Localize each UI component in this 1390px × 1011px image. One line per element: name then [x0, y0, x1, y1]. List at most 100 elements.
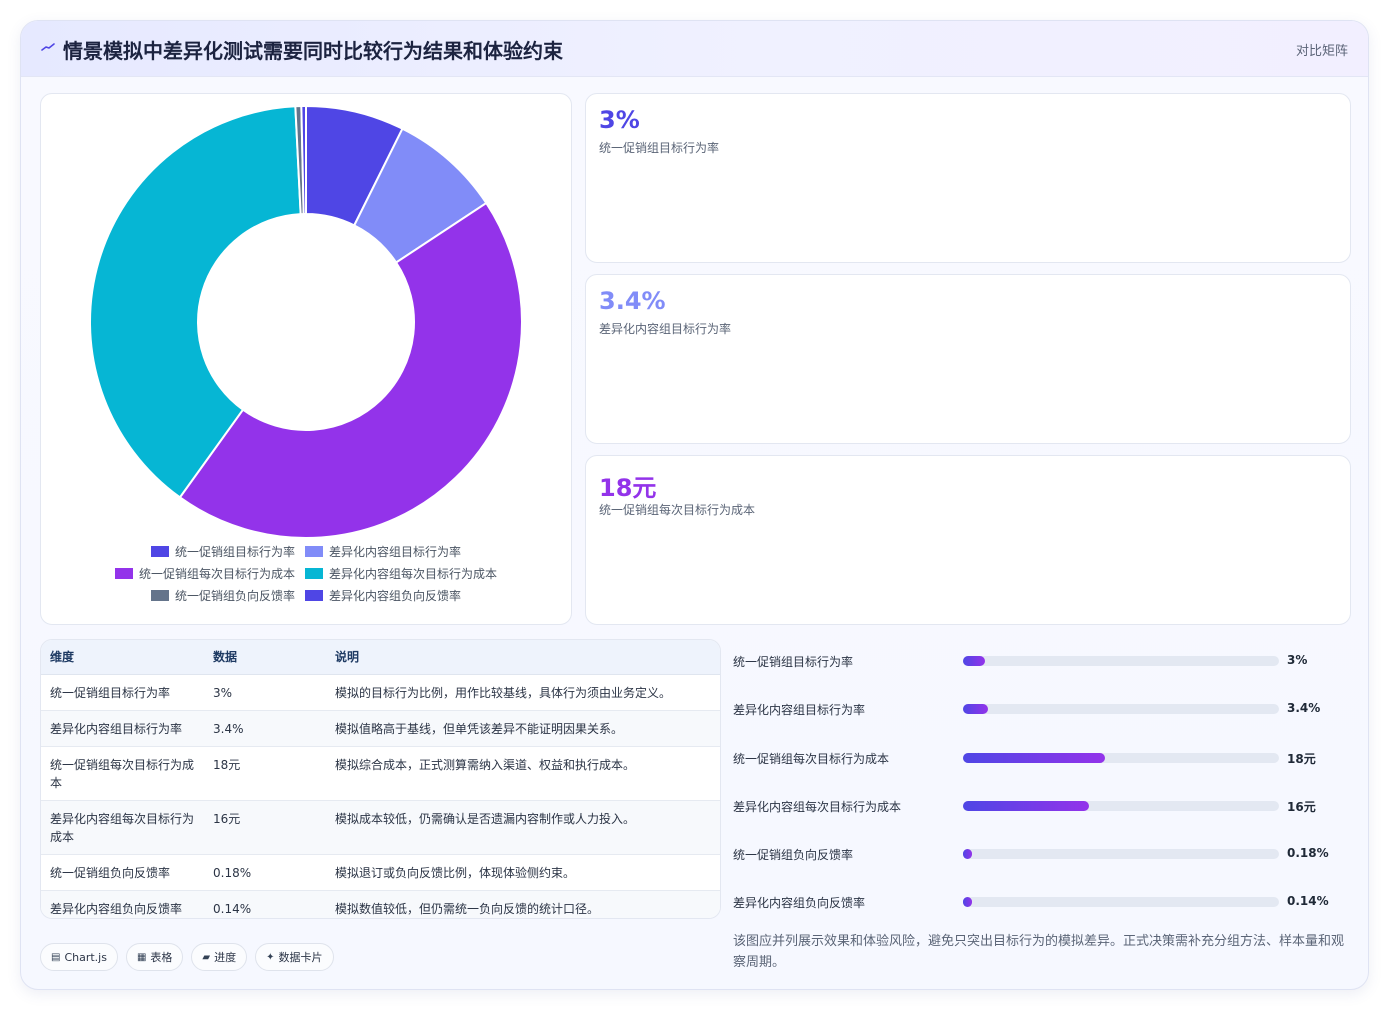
column-header: 数据 [204, 640, 326, 675]
legend-row: 统一促销组目标行为率 差异化内容组目标行为率 [41, 540, 571, 562]
progress-track [963, 801, 1279, 811]
progress-row: 统一促销组目标行为率 3% [733, 651, 1353, 671]
kpi-value: 18元 [599, 474, 657, 502]
chip-label: 进度 [214, 951, 237, 964]
trend-icon [41, 43, 55, 51]
kpi-label: 统一促销组目标行为率 [599, 141, 720, 155]
progress-label: 差异化内容组每次目标行为成本 [733, 800, 902, 814]
chip-progress[interactable]: ▰ 进度 [191, 943, 248, 971]
progress-value: 0.18% [1287, 846, 1329, 860]
progress-label: 统一促销组每次目标行为成本 [733, 752, 890, 766]
table-icon: ▦ [136, 951, 147, 963]
dashboard-card: 情景模拟中差异化测试需要同时比较行为结果和体验约束 对比矩阵 统一促销组目标行为… [20, 20, 1369, 990]
kpi-card: 3.4% 差异化内容组目标行为率 [585, 274, 1351, 444]
chip-table[interactable]: ▦ 表格 [125, 943, 184, 971]
table-cell: 统一促销组负向反馈率 [41, 854, 204, 891]
legend-row: 统一促销组负向反馈率 差异化内容组负向反馈率 [41, 584, 571, 606]
progress-fill [963, 704, 989, 714]
table-cell: 模拟成本较低，仍需确认是否遗漏内容制作或人力投入。 [326, 800, 720, 855]
legend-label: 差异化内容组负向反馈率 [329, 588, 462, 603]
legend-swatch [305, 589, 323, 601]
table-cell: 差异化内容组每次目标行为成本 [41, 800, 204, 855]
legend-item[interactable]: 统一促销组负向反馈率 [150, 587, 295, 604]
data-table: 维度 数据 说明 统一促销组目标行为率 3% 模拟的目标行为比例，用作比较基线，… [41, 640, 720, 918]
progress-row: 统一促销组负向反馈率 0.18% [733, 844, 1353, 864]
card-icon: ✦ [266, 951, 275, 963]
donut-chart-panel: 统一促销组目标行为率 差异化内容组目标行为率 统一促销组每次目标行为成本 差异化… [40, 93, 572, 625]
legend-swatch [150, 545, 169, 557]
table-cell: 16元 [204, 800, 326, 855]
legend-label: 差异化内容组每次目标行为成本 [329, 566, 498, 581]
column-header: 说明 [326, 640, 720, 675]
progress-fill [963, 801, 1090, 811]
legend-label: 统一促销组负向反馈率 [174, 588, 295, 603]
chip-chartjs[interactable]: ▤ Chart.js [40, 943, 118, 971]
chip-label: 数据卡片 [278, 951, 323, 964]
table-row: 差异化内容组每次目标行为成本 16元 模拟成本较低，仍需确认是否遗漏内容制作或人… [41, 800, 720, 855]
progress-track [963, 753, 1279, 763]
legend-label: 差异化内容组目标行为率 [329, 544, 462, 559]
kpi-value: 3.4% [599, 287, 666, 315]
progress-track [963, 897, 1279, 907]
table-row: 统一促销组负向反馈率 0.18% 模拟退订或负向反馈比例，体现体验侧约束。 [41, 854, 720, 891]
progress-icon: ▰ [202, 951, 211, 963]
table-cell: 0.18% [204, 854, 326, 891]
progress-row: 差异化内容组目标行为率 3.4% [733, 699, 1353, 719]
table-cell: 模拟综合成本，正式测算需纳入渠道、权益和执行成本。 [326, 746, 720, 801]
legend-item[interactable]: 统一促销组每次目标行为成本 [114, 565, 295, 582]
legend-row: 统一促销组每次目标行为成本 差异化内容组每次目标行为成本 [41, 562, 571, 584]
kpi-value: 3% [599, 106, 640, 134]
table-cell: 模拟退订或负向反馈比例，体现体验侧约束。 [326, 854, 720, 891]
table-cell: 3.4% [204, 710, 326, 747]
chip-data-card[interactable]: ✦ 数据卡片 [255, 943, 334, 971]
table-cell: 差异化内容组目标行为率 [41, 710, 204, 747]
progress-row: 统一促销组每次目标行为成本 18元 [733, 748, 1353, 768]
table-header-row: 维度 数据 说明 [41, 640, 720, 675]
donut-chart [89, 104, 523, 539]
donut-slice[interactable] [178, 201, 523, 539]
progress-label: 统一促销组目标行为率 [733, 655, 854, 669]
chip-label: 表格 [150, 951, 173, 964]
legend-swatch [114, 567, 133, 579]
progress-fill [963, 753, 1106, 763]
table-cell: 差异化内容组负向反馈率 [41, 890, 204, 918]
header-tag: 对比矩阵 [1295, 44, 1348, 59]
progress-track [963, 704, 1279, 714]
table-row: 统一促销组每次目标行为成本 18元 模拟综合成本，正式测算需纳入渠道、权益和执行… [41, 746, 720, 801]
column-header: 维度 [41, 640, 204, 675]
progress-fill [963, 656, 986, 666]
progress-row: 差异化内容组每次目标行为成本 16元 [733, 796, 1353, 816]
page-title: 情景模拟中差异化测试需要同时比较行为结果和体验约束 [63, 39, 563, 63]
progress-fill [963, 897, 973, 907]
progress-value: 3.4% [1287, 701, 1321, 715]
legend-item[interactable]: 差异化内容组每次目标行为成本 [305, 565, 497, 582]
legend-item[interactable]: 差异化内容组负向反馈率 [305, 587, 461, 604]
data-table-panel: 维度 数据 说明 统一促销组目标行为率 3% 模拟的目标行为比例，用作比较基线，… [40, 639, 721, 919]
legend-item[interactable]: 差异化内容组目标行为率 [305, 543, 461, 560]
table-row: 差异化内容组目标行为率 3.4% 模拟值略高于基线，但单凭该差异不能证明因果关系… [41, 710, 720, 747]
chart-icon: ▤ [51, 951, 61, 963]
footnote: 该图应并列展示效果和体验风险，避免只突出目标行为的模拟差异。正式决策需补充分组方… [733, 934, 1345, 970]
legend-item[interactable]: 统一促销组目标行为率 [150, 543, 295, 560]
progress-value: 18元 [1287, 752, 1316, 766]
progress-track [963, 849, 1279, 859]
kpi-card: 3% 统一促销组目标行为率 [585, 93, 1351, 263]
kpi-card: 18元 统一促销组每次目标行为成本 [585, 455, 1351, 625]
progress-label: 差异化内容组负向反馈率 [733, 896, 866, 910]
progress-value: 3% [1287, 653, 1308, 667]
header-bar: 情景模拟中差异化测试需要同时比较行为结果和体验约束 对比矩阵 [21, 21, 1368, 77]
tech-chips: ▤ Chart.js ▦ 表格 ▰ 进度 ✦ 数据卡片 [40, 943, 334, 971]
progress-label: 差异化内容组目标行为率 [733, 703, 866, 717]
table-row: 差异化内容组负向反馈率 0.14% 模拟数值较低，但仍需统一负向反馈的统计口径。 [41, 890, 720, 918]
table-cell: 模拟值略高于基线，但单凭该差异不能证明因果关系。 [326, 710, 720, 747]
progress-list: 统一促销组目标行为率 3% 差异化内容组目标行为率 3.4% 统一促销组每次目标… [733, 639, 1353, 939]
table-cell: 3% [204, 674, 326, 711]
kpi-label: 差异化内容组目标行为率 [599, 322, 732, 336]
table-cell: 模拟的目标行为比例，用作比较基线，具体行为须由业务定义。 [326, 674, 720, 711]
table-cell: 模拟数值较低，但仍需统一负向反馈的统计口径。 [326, 890, 720, 918]
progress-value: 16元 [1287, 800, 1316, 814]
legend-swatch [150, 589, 169, 601]
progress-label: 统一促销组负向反馈率 [733, 848, 854, 862]
table-cell: 18元 [204, 746, 326, 801]
progress-fill [963, 849, 973, 859]
